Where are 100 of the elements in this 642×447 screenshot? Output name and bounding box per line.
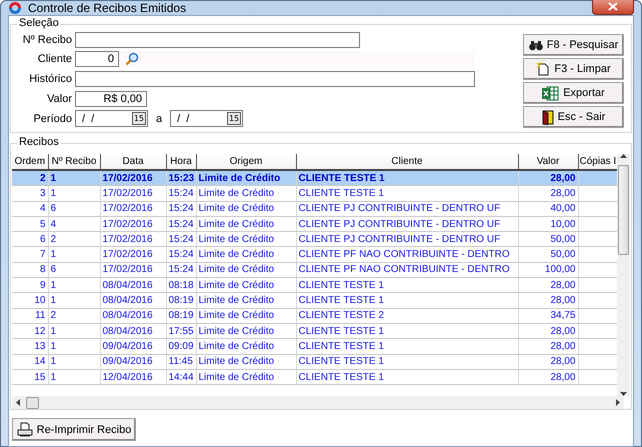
date-field[interactable]: / / 15 [170, 110, 244, 128]
table-cell: 17/02/2016 [100, 201, 166, 216]
scroll-right-icon[interactable] [616, 399, 620, 406]
table-row[interactable]: 6 2 17/02/2016 15:24 Limite de Crédito CLIENTE PJ CONTRIBUINTE - DENTRO UF 50,00 [12, 232, 618, 247]
table-cell: 4 [12, 201, 48, 216]
table-cell: CLIENTE TESTE 1 [296, 292, 518, 308]
table-cell: 11:45 [166, 354, 196, 370]
spreadsheet-icon [542, 86, 560, 100]
table-cell: CLIENTE TESTE 1 [296, 354, 518, 370]
calendar-button[interactable]: 15 [226, 112, 242, 126]
table-cell: 08:19 [166, 308, 196, 324]
table-row[interactable]: 3 1 17/02/2016 15:24 Limite de Crédito CLIENTE TESTE 1 28,00 [12, 186, 618, 202]
table-row[interactable]: 7 1 17/02/2016 15:24 Limite de Crédito CLIENTE PF NAO CONTRIBUINTE - DENTRO 50,00 [12, 246, 618, 262]
action-button[interactable]: F3 - Limpar [523, 58, 624, 80]
table-cell: 14:44 [166, 369, 196, 385]
range-separator: a [156, 112, 162, 125]
search-icon [125, 52, 139, 66]
table-row[interactable]: 13 1 09/04/2016 09:09 Limite de Crédito CLIENTE TESTE 1 28,00 [12, 338, 618, 354]
table-row[interactable]: 9 1 08/04/2016 08:18 Limite de Crédito CLIENTE TESTE 1 28,00 [12, 278, 618, 293]
field-label: Cliente [36, 53, 72, 66]
table-cell: Limite de Crédito [196, 354, 296, 370]
app-icon [8, 1, 22, 15]
table-cell: 15:24 [166, 201, 196, 216]
scroll-thumb[interactable] [26, 396, 39, 408]
table-cell: Limite de Crédito [196, 308, 296, 324]
column-header[interactable]: Hora [166, 154, 196, 170]
table-cell: Limite de Crédito [196, 246, 296, 262]
table-cell: 28,00 [518, 369, 578, 385]
table-row[interactable]: 10 1 08/04/2016 08:19 Limite de Crédito CLIENTE TESTE 1 28,00 [12, 292, 618, 308]
column-header[interactable]: Origem [196, 154, 296, 170]
table-cell: 28,00 [518, 186, 578, 202]
table-cell: 09:09 [166, 338, 196, 354]
table-cell: CLIENTE PJ CONTRIBUINTE - DENTRO UF [296, 201, 518, 216]
table-row[interactable]: 8 6 17/02/2016 15:24 Limite de Crédito CLIENTE PF NAO CONTRIBUINTE - DENTRO 100,00 [12, 262, 618, 278]
table-row[interactable]: 11 2 08/04/2016 08:19 Limite de Crédito CLIENTE TESTE 2 34,75 [12, 308, 618, 324]
table-cell: 17/02/2016 [100, 186, 166, 202]
table-cell: 1 [48, 369, 100, 385]
table-cell: Limite de Crédito [196, 338, 296, 354]
table-row[interactable]: 5 4 17/02/2016 15:24 Limite de Crédito CLIENTE PJ CONTRIBUINTE - DENTRO UF 10,00 [12, 216, 618, 232]
action-button[interactable]: Esc - Sair [523, 106, 624, 128]
close-button[interactable] [592, 0, 634, 15]
column-header[interactable]: Cópias I [578, 154, 618, 170]
table-cell: 2 [48, 308, 100, 324]
vertical-scrollbar[interactable] [617, 154, 630, 396]
table-cell: Limite de Crédito [196, 369, 296, 385]
close-icon [608, 2, 618, 10]
table-cell: CLIENTE TESTE 1 [296, 186, 518, 202]
window-title: Controle de Recibos Emitidos [28, 1, 188, 15]
field-label: Período [32, 112, 72, 125]
client-field[interactable]: 0 [75, 51, 119, 68]
column-header[interactable]: Valor [518, 154, 578, 170]
action-button[interactable]: Exportar [523, 82, 624, 104]
table-cell: 28,00 [518, 338, 578, 354]
group-title: Seleção [17, 17, 61, 29]
table-cell: 08/04/2016 [100, 292, 166, 308]
table-cell: Limite de Crédito [196, 201, 296, 216]
table-row[interactable]: 15 1 12/04/2016 14:44 Limite de Crédito CLIENTE TESTE 1 28,00 [12, 369, 618, 385]
table-cell: 50,00 [518, 246, 578, 262]
calendar-button[interactable]: 15 [132, 112, 146, 126]
table-cell: 14 [12, 354, 48, 370]
reprint-button[interactable]: Re-Imprimir Recibo [12, 418, 136, 441]
door-icon [542, 110, 554, 124]
column-header[interactable]: Data [100, 154, 166, 170]
table-cell: CLIENTE TESTE 1 [296, 338, 518, 354]
date-field[interactable]: / / 15 [75, 110, 148, 128]
column-header[interactable]: Cliente [296, 154, 518, 170]
value-field[interactable]: R$ 0,00 [75, 90, 147, 107]
table-cell: 13 [12, 338, 48, 354]
table-cell: 17/02/2016 [100, 246, 166, 262]
table-cell: 28,00 [518, 354, 578, 370]
binoculars-icon [528, 40, 543, 50]
table-cell: 08:19 [166, 292, 196, 308]
column-header[interactable]: Nº Recibo [48, 154, 100, 170]
table-cell: 12/04/2016 [100, 369, 166, 385]
action-button[interactable]: F8 - Pesquisar [523, 34, 624, 56]
table-cell: CLIENTE TESTE 2 [296, 308, 518, 324]
scroll-left-icon[interactable] [16, 399, 20, 406]
scroll-up-icon[interactable] [620, 154, 628, 158]
table-cell: CLIENTE TESTE 1 [296, 369, 518, 385]
field-label: Histórico [28, 72, 72, 85]
table-cell: 1 [48, 246, 100, 262]
table-row[interactable]: 4 6 17/02/2016 15:24 Limite de Crédito CLIENTE PJ CONTRIBUINTE - DENTRO UF 40,00 [12, 201, 618, 216]
column-header[interactable]: Ordem [12, 154, 48, 170]
table-cell: 1 [48, 354, 100, 370]
horizontal-scrollbar[interactable] [12, 396, 624, 409]
table-cell: 7 [12, 246, 48, 262]
table-cell: 09/04/2016 [100, 338, 166, 354]
receipt-number-field[interactable] [75, 32, 360, 48]
table-row[interactable]: 2 1 17/02/2016 15:23 Limite de Crédito CLIENTE TESTE 1 28,00 [12, 170, 618, 186]
table-cell: 15:24 [166, 186, 196, 202]
scroll-down-icon[interactable] [620, 392, 628, 396]
table-row[interactable]: 14 1 09/04/2016 11:45 Limite de Crédito CLIENTE TESTE 1 28,00 [12, 354, 618, 370]
scroll-thumb[interactable] [618, 165, 630, 255]
table-cell: 28,00 [518, 292, 578, 308]
table-cell: Limite de Crédito [196, 292, 296, 308]
history-field[interactable] [75, 70, 475, 87]
table-cell: 1 [48, 292, 100, 308]
table-cell: 11 [12, 308, 48, 324]
table-row[interactable]: 12 1 08/04/2016 17:55 Limite de Crédito CLIENTE TESTE 1 28,00 [12, 323, 618, 339]
table-cell: 1 [48, 338, 100, 354]
